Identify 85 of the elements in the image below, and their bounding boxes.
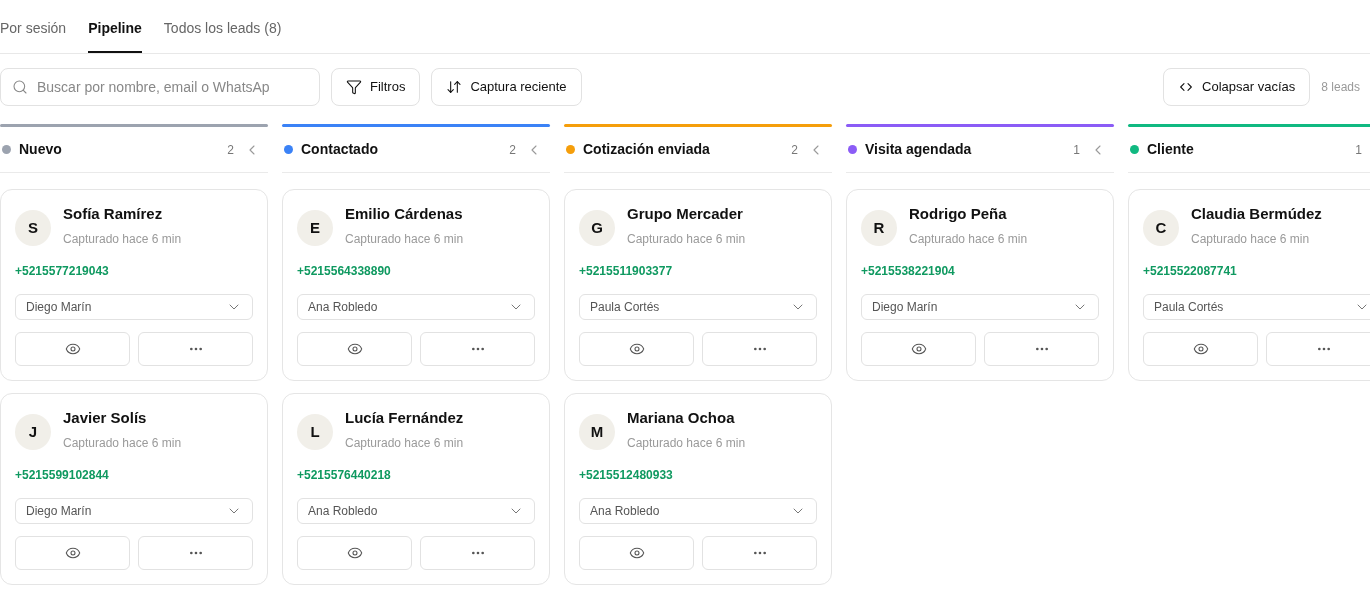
phone-number[interactable]: +5215599102844 [15, 466, 253, 484]
more-button[interactable] [1266, 332, 1370, 366]
eye-icon [346, 341, 363, 357]
avatar: S [15, 210, 51, 246]
agent-select[interactable]: Diego Marín [861, 294, 1099, 320]
avatar: J [15, 414, 51, 450]
more-button[interactable] [138, 536, 253, 570]
phone-number[interactable]: +5215577219043 [15, 262, 253, 280]
view-button[interactable] [297, 332, 412, 366]
more-button[interactable] [702, 536, 817, 570]
more-button[interactable] [702, 332, 817, 366]
phone-number[interactable]: +5215564338890 [297, 262, 535, 280]
agent-select[interactable]: Paula Cortés [1143, 294, 1370, 320]
avatar: G [579, 210, 615, 246]
more-button[interactable] [138, 332, 253, 366]
avatar: R [861, 210, 897, 246]
column-title: Visita agendada [865, 140, 972, 159]
eye-icon [64, 545, 81, 561]
captured-time: Capturado hace 6 min [909, 231, 1028, 248]
captured-time: Capturado hace 6 min [627, 435, 746, 452]
column-count: 2 [509, 141, 516, 159]
view-button[interactable] [1143, 332, 1258, 366]
view-button[interactable] [15, 332, 130, 366]
column-title: Nuevo [19, 140, 62, 159]
view-button[interactable] [297, 536, 412, 570]
view-button[interactable] [861, 332, 976, 366]
lead-name: Emilio Cárdenas [345, 204, 464, 224]
captured-time: Capturado hace 6 min [63, 231, 182, 248]
agent-select[interactable]: Paula Cortés [579, 294, 817, 320]
view-button[interactable] [579, 332, 694, 366]
eye-icon [628, 341, 645, 357]
view-button[interactable] [15, 536, 130, 570]
eye-icon [346, 545, 363, 561]
avatar: L [297, 414, 333, 450]
view-button[interactable] [579, 536, 694, 570]
captured-time: Capturado hace 6 min [627, 231, 746, 248]
captured-time: Capturado hace 6 min [345, 231, 464, 248]
phone-number[interactable]: +5215512480933 [579, 466, 817, 484]
column-count: 2 [791, 141, 798, 159]
filters-button[interactable]: Filtros [331, 68, 421, 106]
collapse-button[interactable]: Colapsar vacías [1163, 68, 1311, 106]
lead-name: Rodrigo Peña [909, 204, 1008, 224]
lead-name: Claudia Bermúdez [1191, 204, 1322, 224]
captured-time: Capturado hace 6 min [345, 435, 464, 452]
column-title: Contactado [301, 140, 378, 159]
eye-icon [628, 545, 645, 561]
phone-number[interactable]: +5215511903377 [579, 262, 817, 280]
phone-number[interactable]: +5215576440218 [297, 466, 535, 484]
tab[interactable]: Pipeline [88, 18, 142, 53]
column-count: 2 [227, 141, 234, 159]
lead-name: Lucía Fernández [345, 408, 464, 428]
search-icon [12, 79, 28, 95]
filter-icon [346, 79, 362, 95]
agent-select[interactable]: Ana Robledo [297, 294, 535, 320]
lead-name: Grupo Mercader [627, 204, 744, 224]
captured-time: Capturado hace 6 min [63, 435, 182, 452]
lead-name: Mariana Ochoa [627, 408, 736, 428]
more-button[interactable] [420, 536, 535, 570]
tab[interactable]: Todos los leads (8) [163, 18, 282, 53]
avatar: M [579, 414, 615, 450]
eye-icon [64, 341, 81, 357]
agent-select[interactable]: Ana Robledo [297, 498, 535, 524]
avatar: E [297, 210, 333, 246]
lead-name: Javier Solís [63, 408, 148, 428]
phone-number[interactable]: +5215522087741 [1143, 262, 1370, 280]
avatar: C [1143, 210, 1179, 246]
eye-icon [910, 341, 927, 357]
column-count: 1 [1355, 141, 1362, 159]
agent-select[interactable]: Diego Marín [15, 294, 253, 320]
search-field[interactable]: Buscar por nombre, email o WhatsAp [0, 68, 320, 106]
more-button[interactable] [984, 332, 1099, 366]
phone-number[interactable]: +5215538221904 [861, 262, 1099, 280]
sort-icon [446, 79, 463, 95]
captured-time: Capturado hace 6 min [1191, 231, 1311, 248]
column-title: Cliente [1147, 140, 1194, 159]
column-title: Cotización enviada [583, 140, 710, 159]
sort-button[interactable]: Captura reciente [431, 68, 582, 106]
leads-count: 8 leads [1321, 79, 1360, 96]
agent-select[interactable]: Ana Robledo [579, 498, 817, 524]
more-button[interactable] [420, 332, 535, 366]
agent-select[interactable]: Diego Marín [15, 498, 253, 524]
column-count: 1 [1073, 141, 1080, 159]
eye-icon [1192, 341, 1209, 357]
tab[interactable]: Por sesión [0, 18, 67, 53]
lead-name: Sofía Ramírez [63, 204, 164, 224]
